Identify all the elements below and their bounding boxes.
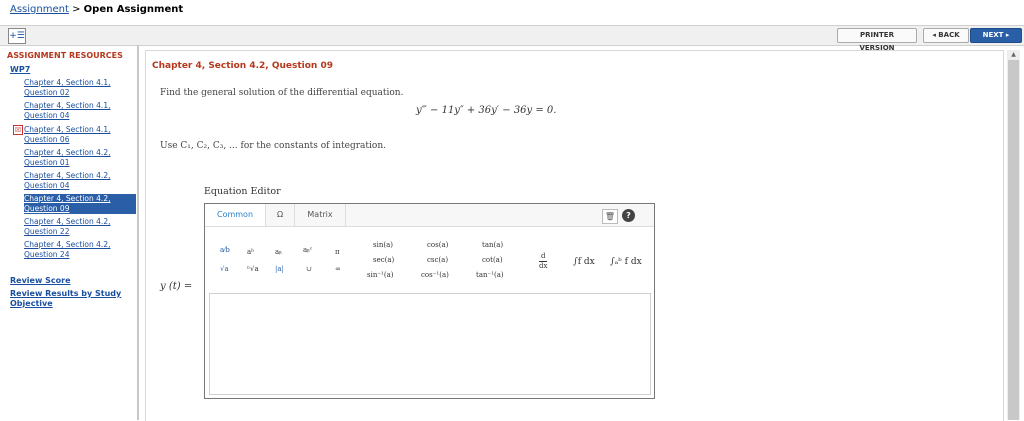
sidebar-item-line1: Chapter 4, Section 4.2, (24, 217, 111, 226)
question-prompt: Find the general solution of the differe… (160, 88, 404, 98)
nth-root-button[interactable]: ⁿ√a (247, 265, 259, 273)
subsup-button[interactable]: aᵦᶜ (303, 246, 312, 254)
breadcrumb-current: Open Assignment (83, 4, 184, 15)
sidebar-item-line2: Question 09 (24, 204, 70, 213)
derivative-button[interactable]: d dx (539, 252, 548, 271)
sidebar-item-line1: Chapter 4, Section 4.1, (24, 78, 111, 87)
review-results-line1: Review Results by Study (10, 289, 122, 298)
toolbar: +☰ PRINTER VERSION ◂ BACK NEXT ▸ (0, 25, 1024, 52)
cos-button[interactable]: cos(a) (427, 241, 448, 249)
scroll-up-arrow-icon[interactable]: ▲ (1007, 50, 1020, 60)
union-button[interactable]: ∪ (306, 265, 312, 273)
sidebar-item-line2: Question 22 (24, 227, 70, 236)
derivative-numerator: d (540, 252, 546, 260)
review-score-link[interactable]: Review Score (10, 276, 132, 286)
sidebar-item-ch4-s42-q01[interactable]: Chapter 4, Section 4.2, Question 01 (24, 148, 136, 168)
sidebar-item-ch4-s41-q02[interactable]: Chapter 4, Section 4.1, Question 02 (24, 78, 136, 98)
sidebar-item-ch4-s41-q06[interactable]: Chapter 4, Section 4.1, Question 06 (24, 125, 136, 145)
equation-editor: Common Ω Matrix 🗑 ? a⁄b aᵇ aᵦ aᵦᶜ π √a ⁿ… (204, 203, 655, 399)
trash-icon[interactable]: 🗑 (602, 209, 618, 224)
breadcrumb: Assignment > Open Assignment (10, 4, 183, 15)
help-icon[interactable]: ? (622, 209, 635, 222)
power-button[interactable]: aᵇ (247, 248, 254, 256)
sidebar-item-line1: Chapter 4, Section 4.2, (24, 148, 111, 157)
tab-greek-symbols[interactable]: Ω (266, 204, 295, 226)
sidebar-group-link[interactable]: WP7 (10, 65, 30, 74)
printer-version-button[interactable]: PRINTER VERSION (837, 28, 917, 52)
question-title: Chapter 4, Section 4.2, Question 09 (152, 61, 334, 71)
arccos-button[interactable]: cos⁻¹(a) (421, 271, 449, 279)
incorrect-mark-icon: ☒ (13, 125, 23, 135)
abs-value-button[interactable]: |a| (275, 265, 284, 273)
sidebar-item-line1: Chapter 4, Section 4.1, (24, 101, 111, 110)
sidebar-item-ch4-s42-q09-active[interactable]: Chapter 4, Section 4.2, Question 09 (24, 194, 136, 214)
constants-note: Use C₁, C₂, C₃, ... for the constants of… (160, 141, 386, 151)
sidebar-item-line2: Question 02 (24, 88, 70, 97)
sidebar-title: ASSIGNMENT RESOURCES (7, 51, 123, 60)
arctan-button[interactable]: tan⁻¹(a) (476, 271, 504, 279)
breadcrumb-assignment-link[interactable]: Assignment (10, 4, 69, 15)
review-results-line2: Objective (10, 299, 53, 308)
question-panel: Chapter 4, Section 4.2, Question 09 Find… (145, 50, 1004, 421)
cot-button[interactable]: cot(a) (482, 256, 503, 264)
review-results-link[interactable]: Review Results by Study Objective (10, 289, 132, 309)
csc-button[interactable]: csc(a) (427, 256, 448, 264)
page-scrollbar[interactable]: ▲ (1007, 50, 1020, 420)
sidebar-item-line2: Question 06 (24, 135, 70, 144)
sidebar-item-line1: Chapter 4, Section 4.2, (24, 240, 111, 249)
sin-button[interactable]: sin(a) (373, 241, 393, 249)
sidebar-item-line1: Chapter 4, Section 4.1, (24, 125, 111, 134)
answer-label: y (t) = (160, 281, 193, 292)
scroll-thumb[interactable] (1008, 60, 1019, 420)
sidebar-item-ch4-s42-q22[interactable]: Chapter 4, Section 4.2, Question 22 (24, 217, 136, 237)
menu-toggle-icon[interactable]: +☰ (8, 28, 26, 44)
sidebar-item-line2: Question 24 (24, 250, 70, 259)
editor-tab-bar: Common Ω Matrix 🗑 ? (205, 204, 654, 227)
breadcrumb-separator: > (72, 4, 81, 15)
arcsin-button[interactable]: sin⁻¹(a) (367, 271, 393, 279)
sidebar-item-ch4-s42-q24[interactable]: Chapter 4, Section 4.2, Question 24 (24, 240, 136, 260)
fraction-button[interactable]: a⁄b (220, 246, 230, 254)
sidebar-item-ch4-s42-q04[interactable]: Chapter 4, Section 4.2, Question 04 (24, 171, 136, 191)
sqrt-button[interactable]: √a (220, 265, 229, 273)
integral-button[interactable]: ∫f dx (573, 257, 595, 267)
sidebar-item-line2: Question 04 (24, 111, 70, 120)
derivative-denominator: dx (539, 261, 548, 270)
sidebar-item-line2: Question 04 (24, 181, 70, 190)
sec-button[interactable]: sec(a) (373, 256, 394, 264)
tab-common[interactable]: Common (205, 204, 266, 226)
definite-integral-button[interactable]: ∫ₐᵇ f dx (610, 257, 642, 267)
equation-editor-label: Equation Editor (204, 186, 281, 197)
sidebar: ASSIGNMENT RESOURCES WP7 Chapter 4, Sect… (0, 45, 139, 420)
infinity-button[interactable]: ∞ (335, 265, 341, 273)
next-button[interactable]: NEXT ▸ (970, 28, 1022, 43)
tan-button[interactable]: tan(a) (482, 241, 503, 249)
back-button[interactable]: ◂ BACK (923, 28, 969, 43)
subscript-button[interactable]: aᵦ (275, 248, 282, 256)
sidebar-item-line1: Chapter 4, Section 4.2, (24, 194, 111, 203)
sidebar-item-line2: Question 01 (24, 158, 70, 167)
tab-matrix[interactable]: Matrix (295, 204, 346, 226)
sidebar-item-ch4-s41-q04[interactable]: Chapter 4, Section 4.1, Question 04 (24, 101, 136, 121)
sidebar-item-line1: Chapter 4, Section 4.2, (24, 171, 111, 180)
pi-button[interactable]: π (335, 248, 340, 256)
differential-equation: y‴ − 11y″ + 36y′ − 36y = 0. (416, 105, 557, 116)
answer-input-area[interactable] (209, 293, 651, 395)
